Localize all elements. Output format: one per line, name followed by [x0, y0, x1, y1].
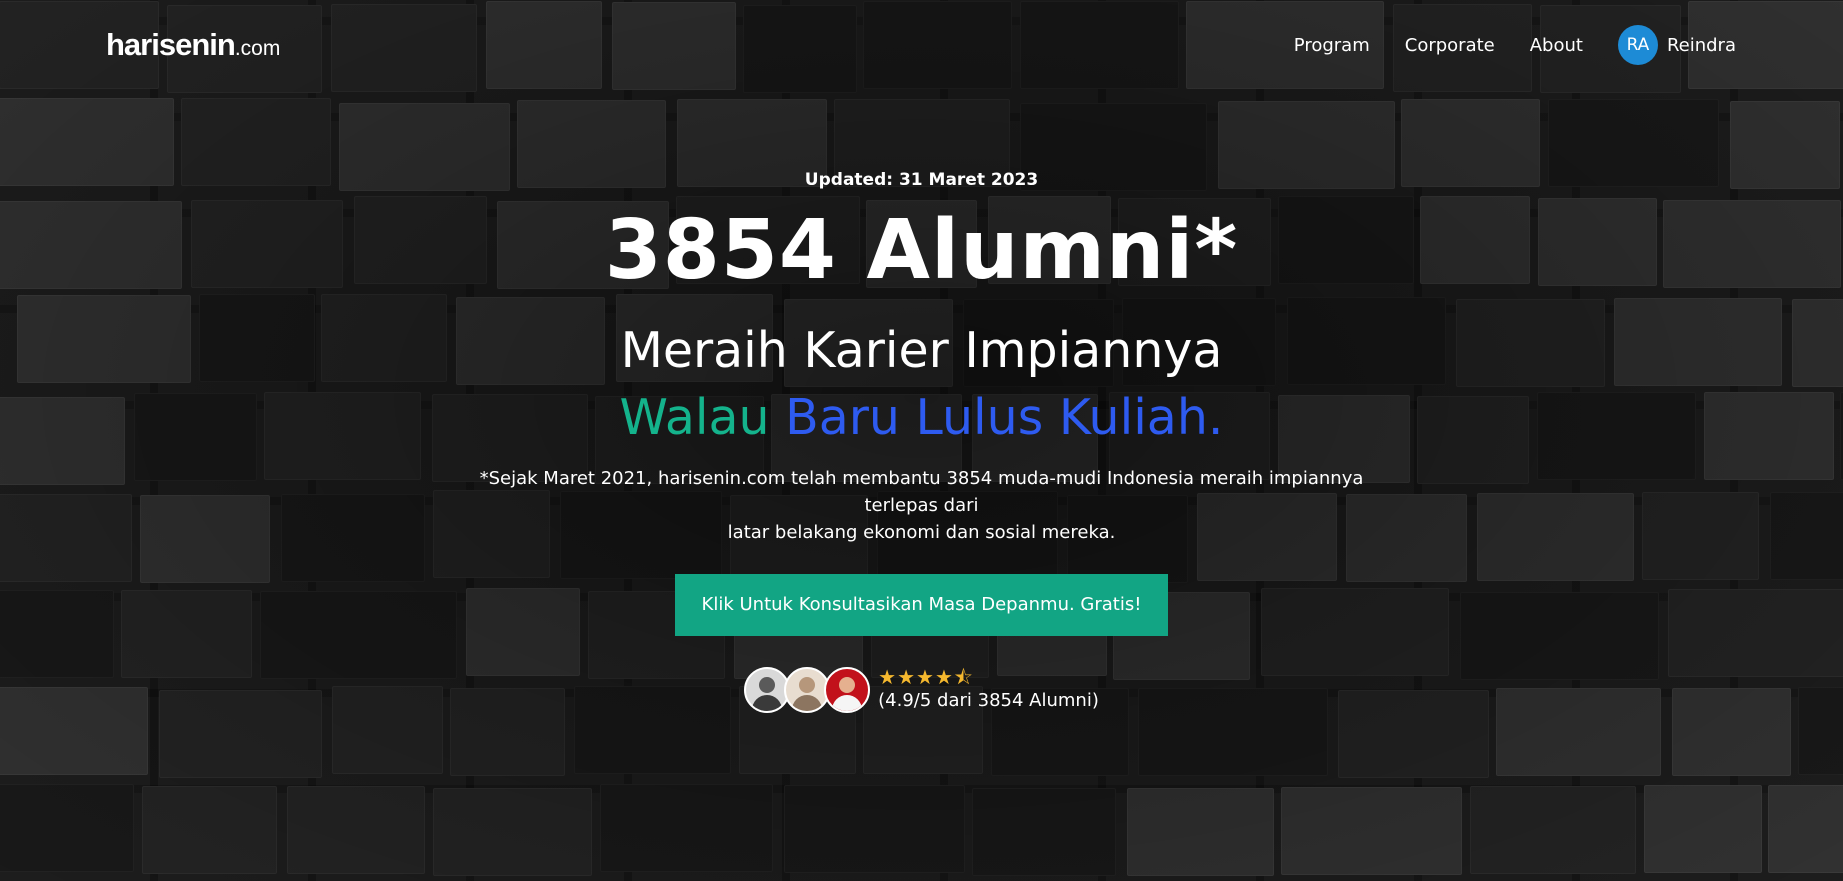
- updated-date: Updated: 31 Maret 2023: [804, 170, 1039, 190]
- tagline-part-2: Baru Lulus Kuliah.: [785, 388, 1224, 446]
- consultation-cta-button[interactable]: Klik Untuk Konsultasikan Masa Depanmu. G…: [674, 573, 1169, 636]
- logo-main: harisenin: [106, 27, 236, 62]
- description-line-1: *Sejak Maret 2021, harisenin.com telah m…: [479, 467, 1364, 516]
- nav-link-about[interactable]: About: [1530, 35, 1583, 56]
- alumni-avatars: [744, 666, 871, 713]
- hero-tagline: Walau Baru Lulus Kuliah.: [0, 389, 1843, 448]
- hero-section: Updated: 31 Maret 2023 3854 Alumni* Mera…: [0, 170, 1843, 714]
- star-rating-icon: ★★★★⯪: [878, 664, 974, 689]
- tagline-part-1: Walau: [619, 388, 770, 446]
- hero-headline: 3854 Alumni*: [604, 203, 1239, 298]
- rating-label: (4.9/5 dari 3854 Alumni): [878, 689, 1099, 711]
- rating-text-block: ★★★★⯪ (4.9/5 dari 3854 Alumni): [878, 666, 1099, 714]
- user-name: Reindra: [1666, 34, 1736, 56]
- description-line-2: latar belakang ekonomi dan sosial mereka…: [727, 521, 1116, 543]
- hero-subheadline: Meraih Karier Impiannya: [620, 322, 1223, 379]
- alumni-avatar: [824, 666, 871, 713]
- hero-description: *Sejak Maret 2021, harisenin.com telah m…: [462, 465, 1382, 546]
- nav-link-program[interactable]: Program: [1294, 35, 1370, 56]
- user-menu[interactable]: RA Reindra: [1617, 25, 1736, 65]
- nav-link-corporate[interactable]: Corporate: [1405, 35, 1495, 56]
- logo-domain: .com: [234, 37, 281, 60]
- logo[interactable]: harisenin.com: [106, 27, 280, 63]
- user-avatar: RA: [1617, 25, 1658, 65]
- alumni-rating: ★★★★⯪ (4.9/5 dari 3854 Alumni): [0, 666, 1843, 714]
- navbar: harisenin.com Program Corporate About RA…: [0, 0, 1843, 90]
- nav-links: Program Corporate About RA Reindra: [1294, 25, 1736, 65]
